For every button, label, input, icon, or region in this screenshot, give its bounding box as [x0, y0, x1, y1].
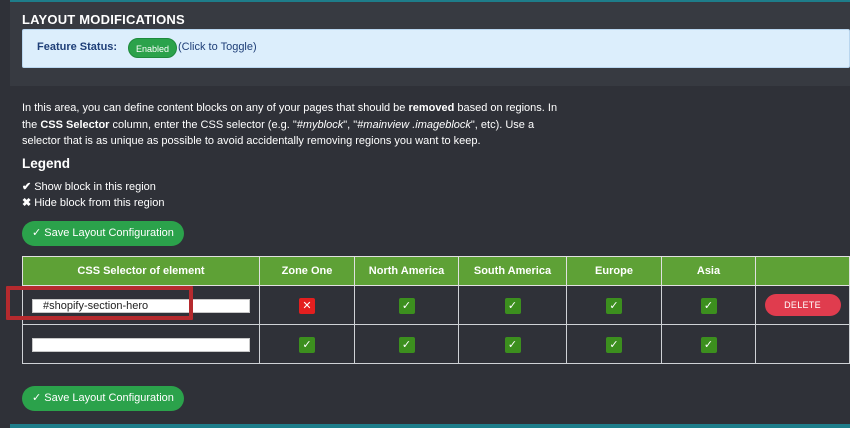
selector-cell — [22, 324, 260, 364]
main-content: In this area, you can define content blo… — [10, 86, 850, 428]
feature-status-toggle[interactable]: Enabled — [128, 38, 178, 58]
delete-row-button[interactable]: DELETE — [764, 294, 841, 316]
column-header: CSS Selector of element — [22, 256, 260, 286]
show-region-toggle[interactable]: ✓ — [504, 337, 521, 353]
x-icon: ✖ — [22, 197, 32, 209]
selector-cell — [22, 285, 260, 325]
region-cell: ✓ — [566, 324, 662, 364]
column-header: Europe — [566, 256, 662, 286]
intro-text: In this area, you can define content blo… — [22, 100, 562, 150]
intro-example-selector: #mainview .imageblock — [357, 118, 471, 131]
region-cell: ✓ — [661, 285, 756, 325]
css-selector-input[interactable] — [32, 338, 250, 352]
region-cell: ✓ — [354, 324, 459, 364]
column-header: North America — [354, 256, 459, 286]
column-header: Zone One — [259, 256, 355, 286]
region-cell: ✓ — [458, 324, 567, 364]
region-cell: ✓ — [259, 324, 355, 364]
feature-status-box: Feature Status: Enabled (Click to Toggle… — [22, 29, 850, 68]
show-region-toggle[interactable]: ✓ — [299, 337, 315, 353]
section-title: LAYOUT MODIFICATIONS — [22, 12, 185, 27]
intro-bold-css-selector: CSS Selector — [40, 118, 110, 131]
legend-show-row: ✔ Show block in this region — [22, 180, 156, 194]
table-row: ✓ ✓ ✓ ✓ ✓ — [22, 324, 850, 364]
intro-bold-removed: removed — [408, 102, 455, 114]
legend-title: Legend — [22, 156, 71, 171]
table-header-row: CSS Selector of element Zone One North A… — [22, 256, 850, 286]
css-selector-input[interactable] — [32, 299, 250, 313]
show-region-toggle[interactable]: ✓ — [398, 337, 415, 353]
save-layout-button-bottom[interactable]: ✓ Save Layout Configuration — [22, 386, 184, 411]
intro-example-selector: #myblock — [296, 118, 344, 131]
region-cell: ✕ — [259, 285, 355, 325]
show-region-toggle[interactable]: ✓ — [700, 337, 717, 353]
column-header: Asia — [661, 256, 756, 286]
action-cell: DELETE — [755, 285, 850, 325]
region-cell: ✓ — [661, 324, 756, 364]
feature-panel: LAYOUT MODIFICATIONS Feature Status: Ena… — [10, 0, 850, 86]
legend-hide-row: ✖ Hide block from this region — [22, 196, 165, 210]
legend-show-label: Show block in this region — [34, 180, 156, 193]
bottom-divider — [10, 424, 850, 428]
region-cell: ✓ — [566, 285, 662, 325]
show-region-toggle[interactable]: ✓ — [606, 298, 622, 314]
intro-text-part: In this area, you can define content blo… — [22, 102, 409, 114]
show-region-toggle[interactable]: ✓ — [504, 298, 521, 314]
save-layout-button-top[interactable]: ✓ Save Layout Configuration — [22, 221, 184, 246]
region-cell: ✓ — [354, 285, 459, 325]
layout-table: CSS Selector of element Zone One North A… — [22, 256, 850, 364]
feature-status-label: Feature Status: — [37, 41, 118, 53]
show-region-toggle[interactable]: ✓ — [700, 298, 717, 314]
table-row: ✕ ✓ ✓ ✓ ✓ DELETE — [22, 285, 850, 325]
region-cell: ✓ — [458, 285, 567, 325]
column-header: South America — [458, 256, 567, 286]
toggle-hint-link[interactable]: (Click to Toggle) — [178, 41, 257, 53]
show-region-toggle[interactable]: ✓ — [606, 337, 622, 353]
legend-hide-label: Hide block from this region — [34, 196, 165, 209]
action-cell — [755, 324, 850, 364]
check-icon: ✔ — [22, 181, 32, 193]
intro-text-part: column, enter the CSS selector (e.g. " — [109, 118, 297, 131]
column-header — [755, 256, 850, 286]
show-region-toggle[interactable]: ✓ — [398, 298, 415, 314]
hide-region-toggle[interactable]: ✕ — [299, 298, 315, 314]
intro-text-part: ", " — [343, 118, 358, 131]
